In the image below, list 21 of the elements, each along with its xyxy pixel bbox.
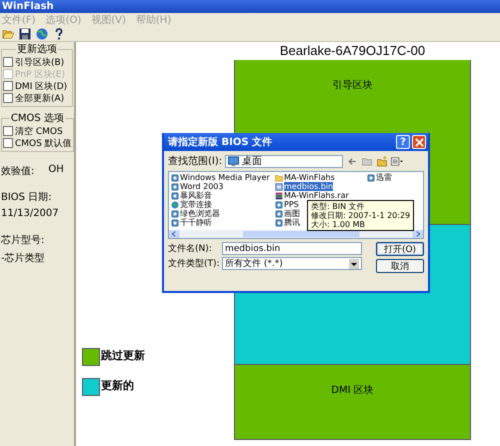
- tooltip-line: 类型: BIN 文件: [311, 202, 366, 211]
- info-label: BIOS 日期:: [1, 190, 53, 204]
- block-label: 引导区块: [332, 78, 372, 91]
- checksum-value: OH: [48, 164, 64, 177]
- window-title: WinFlash: [2, 1, 54, 12]
- look-in-label: 查找范围(I):: [168, 154, 222, 168]
- info-value: 11/13/2007: [1, 208, 60, 219]
- tooltip-line: 大小: 1.00 MB: [311, 220, 366, 229]
- file-type-label: 文件类型(T):: [168, 258, 220, 270]
- file-name-label: 文件名(N):: [168, 242, 213, 255]
- tooltip-line: 修改日期: 2007-1-1 20:29: [311, 211, 410, 220]
- block-label: DMI 区块: [331, 384, 374, 396]
- chip-title: Bearlake-6A79OJ17C-00: [278, 42, 426, 60]
- checksum-label: 效验值:: [1, 165, 34, 178]
- dialog-title: 请指定新版 BIOS 文件: [168, 135, 274, 149]
- legend-label: 更新的: [101, 378, 134, 393]
- info-value: -芯片类型: [1, 252, 46, 265]
- legend-label: 跳过更新: [101, 348, 145, 363]
- info-label: 芯片型号:: [1, 234, 46, 247]
- group-title: CMOS 选项: [10, 112, 65, 125]
- group-title: 更新选项: [16, 42, 58, 56]
